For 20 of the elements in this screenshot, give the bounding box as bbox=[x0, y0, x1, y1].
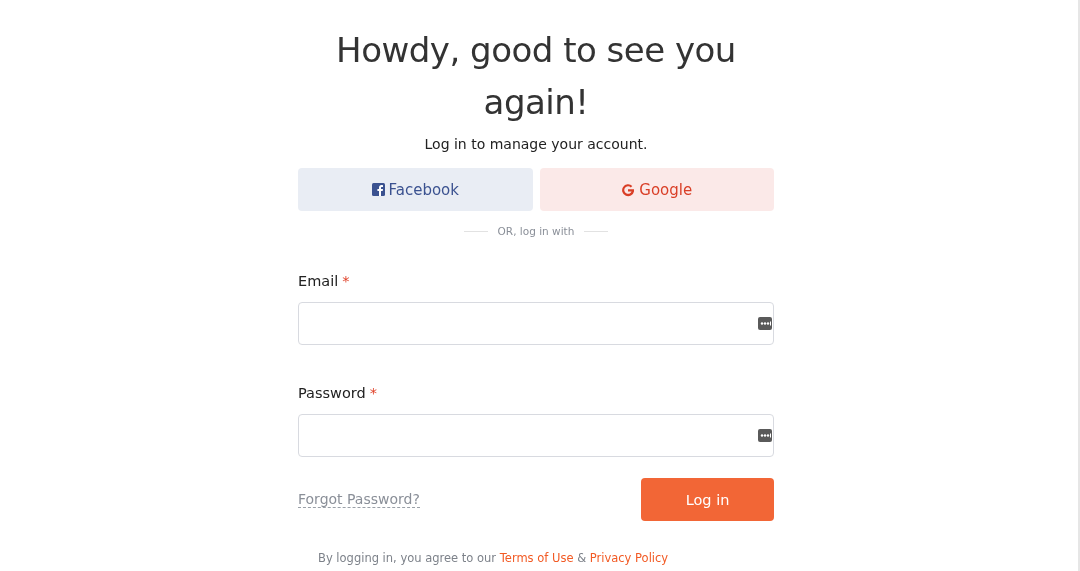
login-button[interactable]: Log in bbox=[641, 478, 774, 521]
dots-icon[interactable] bbox=[758, 429, 772, 442]
page-heading: Howdy, good to see you again! bbox=[335, 29, 737, 124]
forgot-password-link[interactable]: Forgot Password? bbox=[298, 491, 420, 508]
required-mark: * bbox=[342, 273, 350, 289]
google-icon bbox=[621, 182, 636, 197]
field-label: Email bbox=[298, 273, 339, 289]
terms-link[interactable]: Terms of Use bbox=[499, 551, 574, 565]
dots-icon[interactable] bbox=[758, 317, 772, 330]
subtitle: Log in to manage your account. bbox=[423, 136, 649, 152]
input-field[interactable] bbox=[298, 302, 774, 345]
divider-text: OR, log in with bbox=[497, 225, 575, 237]
legal-notice: By logging in, you agree to our Terms of Use & Privacy Policy bbox=[318, 551, 670, 565]
google-login-button[interactable]: Google bbox=[539, 168, 774, 211]
required-mark: * bbox=[369, 385, 377, 401]
facebook-login-button[interactable]: Facebook bbox=[298, 168, 533, 211]
privacy-link[interactable]: Privacy Policy bbox=[589, 551, 669, 565]
facebook-icon bbox=[371, 183, 385, 196]
field-label: Password bbox=[298, 385, 366, 401]
input-field[interactable] bbox=[298, 414, 774, 457]
